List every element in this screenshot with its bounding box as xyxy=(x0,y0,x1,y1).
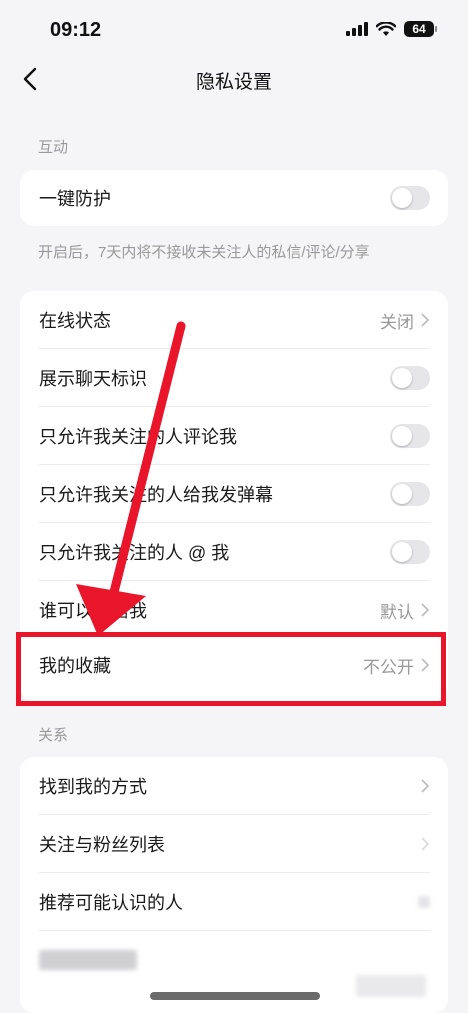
setting-row-who-can-message[interactable]: 谁可以私信我 默认 xyxy=(20,581,448,639)
setting-row-only-followed-mention[interactable]: 只允许我关注的人 @ 我 xyxy=(20,523,448,581)
status-time: 09:12 xyxy=(50,19,102,41)
setting-label: 推荐可能认识的人 xyxy=(39,893,183,913)
setting-label: 我的收藏 xyxy=(39,656,111,676)
chevron-right-icon xyxy=(421,779,430,793)
battery-icon: 64 xyxy=(404,21,437,37)
setting-row-online-status[interactable]: 在线状态 关闭 xyxy=(20,291,448,349)
setting-label: 关注与粉丝列表 xyxy=(39,835,165,855)
setting-row-only-followed-danmaku[interactable]: 只允许我关注的人给我发弹幕 xyxy=(20,465,448,523)
page-title: 隐私设置 xyxy=(195,72,272,93)
setting-label: 一键防护 xyxy=(39,189,111,209)
setting-value: 不公开 xyxy=(363,657,414,677)
wifi-icon xyxy=(376,21,396,36)
status-icons: 64 xyxy=(346,21,437,37)
privacy-settings-card: 在线状态 关闭 展示聊天标识 只允许我关注的人评论我 只允许我关注的人给我发弹幕… xyxy=(20,291,448,701)
home-indicator[interactable] xyxy=(150,992,320,1000)
nav-bar: 隐私设置 xyxy=(0,55,468,103)
setting-label: 展示聊天标识 xyxy=(39,369,147,389)
setting-value: 默认 xyxy=(380,602,414,622)
chevron-right-icon xyxy=(421,603,430,617)
only-followed-mention-toggle[interactable] xyxy=(390,540,430,564)
setting-row-only-followed-comment[interactable]: 只允许我关注的人评论我 xyxy=(20,407,448,465)
setting-row-my-favorites[interactable]: 我的收藏 不公开 xyxy=(20,635,448,695)
setting-label: 在线状态 xyxy=(39,311,111,331)
chevron-right-icon xyxy=(421,313,430,327)
section-label-relation: 关系 xyxy=(38,727,69,744)
setting-row-follow-list[interactable]: 关注与粉丝列表 xyxy=(20,815,448,873)
only-followed-comment-toggle[interactable] xyxy=(390,424,430,448)
setting-row-protection[interactable]: 一键防护 xyxy=(20,170,448,226)
protection-toggle[interactable] xyxy=(390,186,430,210)
setting-label: 只允许我关注的人给我发弹幕 xyxy=(39,485,273,505)
status-bar: 09:12 64 xyxy=(0,0,468,60)
setting-value: 关闭 xyxy=(380,312,414,332)
blurred-label xyxy=(39,950,137,970)
setting-label: 只允许我关注的人 @ 我 xyxy=(39,543,230,563)
setting-label: 谁可以私信我 xyxy=(39,601,147,621)
protection-note: 开启后，7天内将不接收未关注人的私信/评论/分享 xyxy=(38,244,370,261)
setting-row-find-me[interactable]: 找到我的方式 xyxy=(20,757,448,815)
show-chat-badge-toggle[interactable] xyxy=(390,366,430,390)
setting-row-show-chat-badge[interactable]: 展示聊天标识 xyxy=(20,349,448,407)
blurred-chevron xyxy=(418,896,430,908)
signal-icon xyxy=(346,22,368,36)
setting-label: 只允许我关注的人评论我 xyxy=(39,427,237,447)
only-followed-danmaku-toggle[interactable] xyxy=(390,482,430,506)
chevron-right-icon xyxy=(421,837,430,851)
setting-label: 找到我的方式 xyxy=(39,777,147,797)
blurred-overlay xyxy=(356,975,426,997)
chevron-right-icon xyxy=(421,658,430,672)
setting-row-recommend[interactable]: 推荐可能认识的人 xyxy=(20,873,448,931)
section-label-interaction: 互动 xyxy=(38,139,69,156)
protection-card: 一键防护 xyxy=(20,170,448,226)
